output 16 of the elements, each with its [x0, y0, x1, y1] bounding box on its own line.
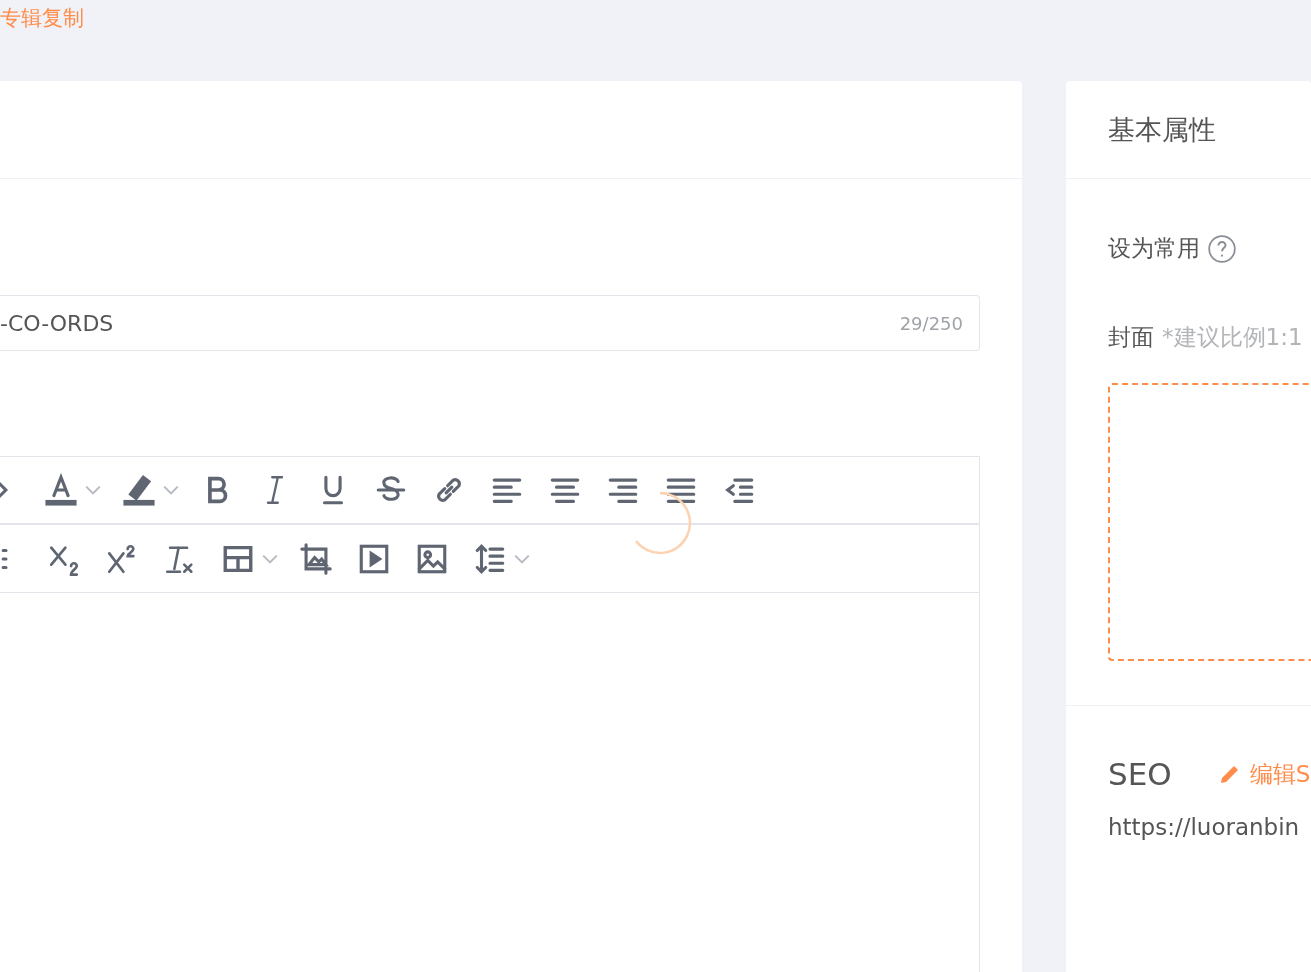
edit-seo-link[interactable]: 编辑S — [1217, 758, 1311, 790]
cover-label: 封面 — [1108, 323, 1154, 352]
line-height-icon[interactable] — [473, 541, 507, 576]
album-copy-link[interactable]: 专辑复制 — [0, 4, 84, 32]
help-icon[interactable] — [1208, 234, 1236, 263]
seo-title: SEO — [1108, 756, 1172, 792]
cover-hint: *建议比例1:1 — [1162, 323, 1303, 352]
font-color-icon[interactable] — [44, 473, 78, 507]
crop-icon[interactable] — [299, 541, 333, 576]
seo-url: https://luoranbin — [1108, 814, 1301, 840]
title-input[interactable]: -CO-ORDS 29/250 — [0, 295, 980, 351]
character-counter: 29/250 — [899, 312, 963, 334]
favorite-label: 设为常用 — [1108, 234, 1200, 263]
title-value: -CO-ORDS — [0, 310, 114, 336]
panel-title: 基本属性 — [1108, 112, 1216, 147]
highlight-icon[interactable] — [122, 473, 156, 507]
